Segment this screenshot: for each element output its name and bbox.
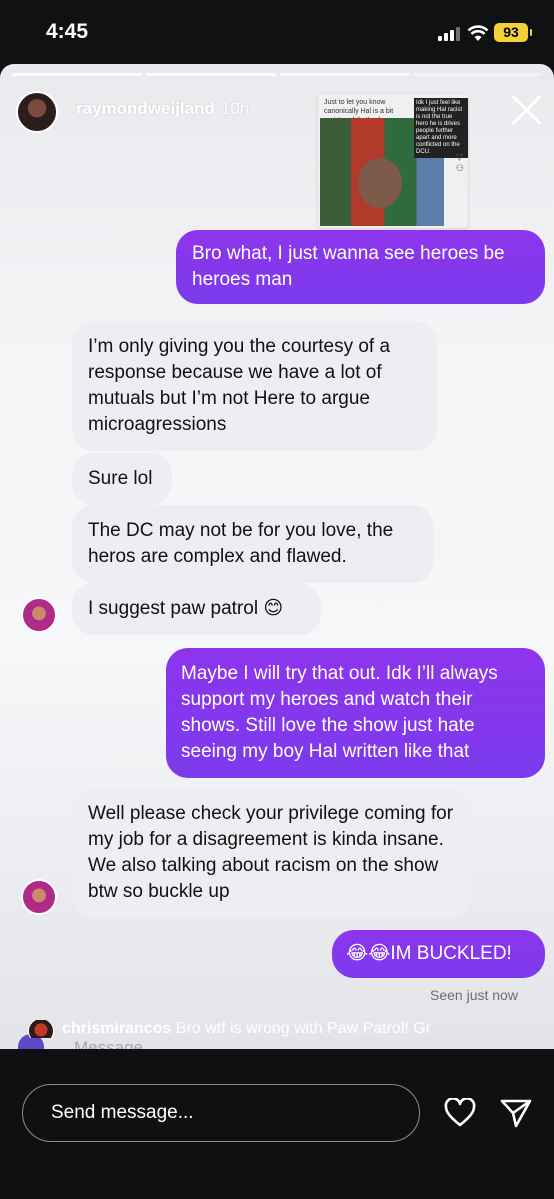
wifi-icon bbox=[467, 25, 489, 41]
story-progress-segment bbox=[12, 73, 142, 76]
ghost-placeholder: Message... bbox=[74, 1038, 158, 1049]
message-incoming: I suggest paw patrol 😊 bbox=[72, 583, 321, 635]
story-age: 10h bbox=[220, 99, 250, 118]
message-incoming: Sure lol bbox=[72, 453, 172, 505]
commenter-avatar bbox=[28, 1020, 54, 1038]
screenshot-caption: Idk I just feel like making Hal racist i… bbox=[414, 98, 468, 158]
message-incoming: The DC may not be for you love, the hero… bbox=[72, 505, 434, 583]
seen-status: Seen just now bbox=[430, 987, 518, 1003]
embedded-screenshot: Just to let you know canonically Hal is … bbox=[318, 94, 468, 228]
story-progress-segment bbox=[146, 73, 276, 76]
story-comment[interactable]: chrismirancos Bro wtf is wrong with Paw … bbox=[28, 1020, 548, 1038]
close-icon[interactable] bbox=[510, 92, 544, 126]
send-message-input[interactable]: Send message... bbox=[22, 1084, 420, 1142]
send-icon[interactable] bbox=[500, 1098, 532, 1128]
message-outgoing: Maybe I will try that out. Idk I’ll alwa… bbox=[166, 648, 545, 778]
heart-icon[interactable] bbox=[444, 1098, 476, 1128]
battery-icon: 93 bbox=[494, 23, 532, 42]
status-time: 4:45 bbox=[46, 20, 89, 43]
poster-username[interactable]: raymondweijland bbox=[76, 99, 215, 118]
story-progress-segment bbox=[280, 73, 410, 76]
poster-header[interactable]: raymondweijland 10h bbox=[76, 99, 249, 119]
share-icon: ▽ ⚇ bbox=[455, 152, 464, 173]
sender-avatar bbox=[21, 879, 57, 915]
cellular-signal-icon bbox=[438, 27, 460, 41]
message-outgoing: 😂😂IM BUCKLED! bbox=[332, 930, 545, 978]
sender-avatar bbox=[21, 597, 57, 633]
commenter-username[interactable]: chrismirancos bbox=[62, 1020, 171, 1037]
story-viewer[interactable]: raymondweijland 10h Just to let you know … bbox=[0, 64, 554, 1049]
status-bar: 4:45 93 bbox=[0, 0, 554, 64]
story-progress-segment bbox=[414, 73, 542, 76]
message-incoming: Well please check your privilege coming … bbox=[72, 788, 472, 918]
send-message-placeholder: Send message... bbox=[51, 1102, 194, 1123]
message-incoming: I’m only giving you the courtesy of a re… bbox=[72, 321, 437, 451]
message-outgoing: Bro what, I just wanna see heroes be her… bbox=[176, 230, 545, 304]
comment-text: Bro wtf is wrong with Paw Patrol! Gr bbox=[175, 1020, 432, 1037]
reply-bar: Send message... bbox=[0, 1049, 554, 1199]
poster-avatar[interactable] bbox=[16, 91, 58, 133]
